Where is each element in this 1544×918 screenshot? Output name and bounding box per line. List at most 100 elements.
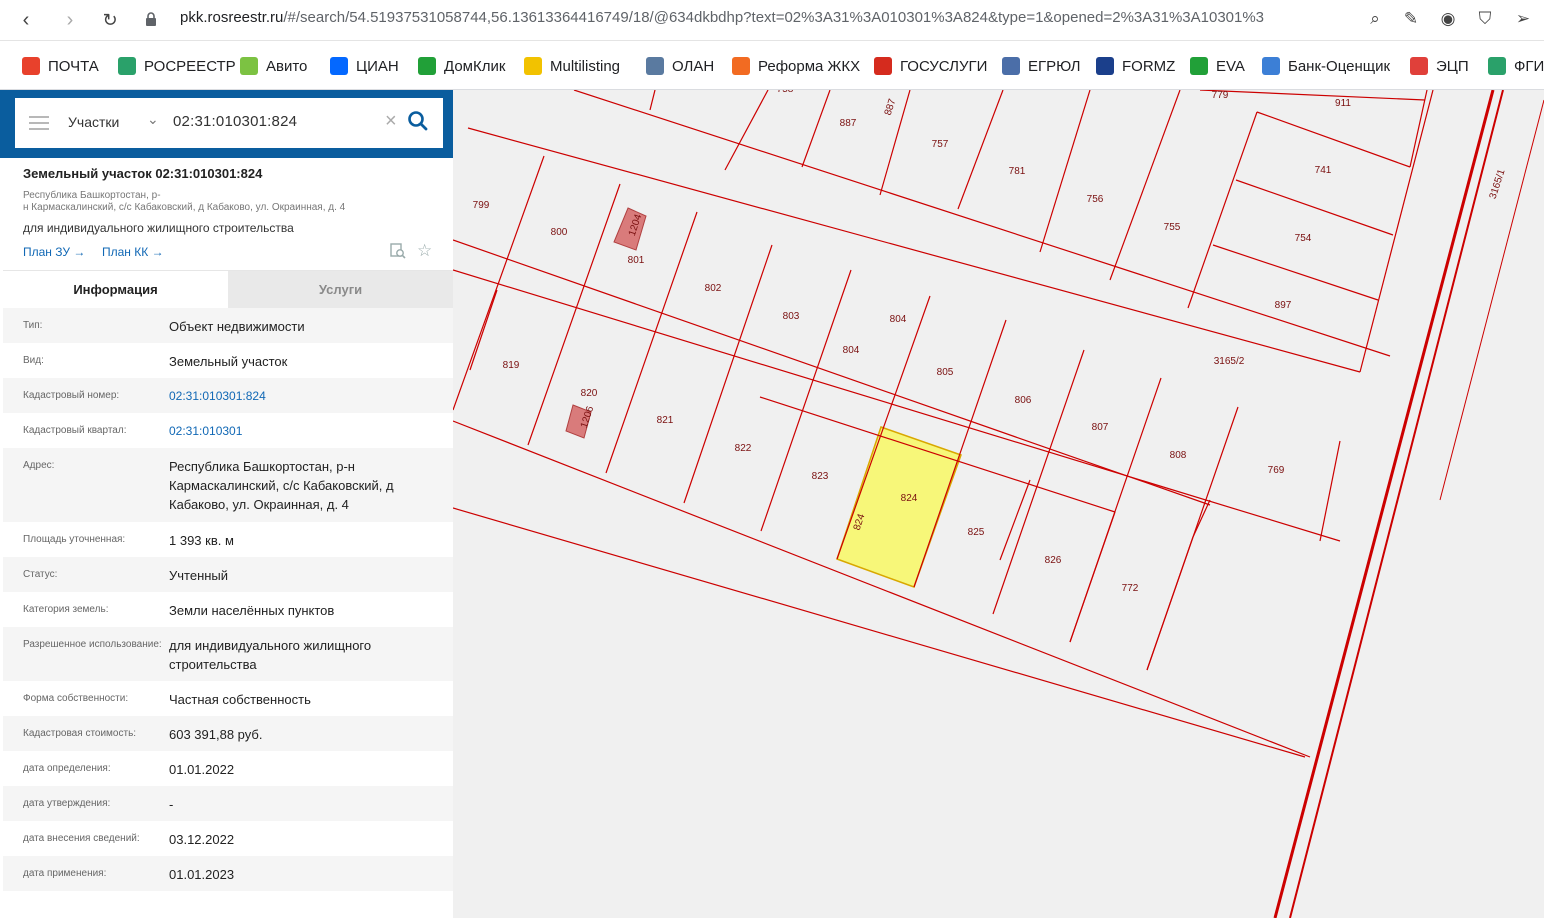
bookmark-avito[interactable]: Авито — [240, 56, 307, 76]
parcel-label: 799 — [473, 200, 490, 211]
object-address-line2: н Кармаскалинский, с/с Кабаковский, д Ка… — [23, 202, 346, 213]
info-row-value: 01.01.2022 — [169, 762, 235, 777]
bookmark-fgi[interactable]: ФГИ — [1488, 56, 1544, 76]
multilisting-icon — [524, 57, 542, 75]
forward-icon[interactable]: › — [58, 8, 82, 32]
parcel-boundary — [1039, 90, 1091, 253]
parcel-boundary — [683, 244, 773, 504]
chevron-down-icon[interactable]: ⌄ — [147, 111, 159, 128]
info-row-value: Республика Башкортостан, р-н Кармаскалин… — [169, 459, 394, 512]
cian-icon — [330, 57, 348, 75]
search-page-icon[interactable]: ⌕ — [1364, 8, 1386, 30]
bookmark-formz[interactable]: FORMZ — [1096, 56, 1175, 76]
address-bar[interactable]: pkk.rosreestr.ru/#/search/54.51937531058… — [180, 9, 1370, 26]
info-row: Статус: Учтенный — [3, 557, 453, 592]
reload-icon[interactable]: ↻ — [98, 8, 122, 32]
parcel-boundary — [957, 90, 1004, 210]
menu-icon[interactable] — [29, 112, 49, 132]
info-panel: Участки ⌄ 02:31:010301:824 × ‹ Земельный… — [0, 90, 469, 918]
info-row: дата применения: 01.01.2023 — [3, 856, 453, 891]
info-row-value: для индивидуального жилищного строительс… — [169, 638, 372, 672]
parcel-boundary — [1192, 499, 1211, 538]
parcel-label: 804 — [890, 314, 907, 325]
parcel-boundary — [1439, 99, 1544, 501]
info-row-label: Площадь уточненная: — [23, 534, 126, 545]
copy-search-icon[interactable] — [390, 243, 406, 259]
info-row-value: 01.01.2023 — [169, 867, 235, 882]
tab-info[interactable]: Информация — [3, 271, 228, 309]
shield-icon[interactable]: ⛉ — [1474, 8, 1496, 30]
parcel-boundary — [1146, 536, 1194, 671]
info-row-value: 03.12.2022 — [169, 832, 235, 847]
info-row: Тип: Объект недвижимости — [3, 308, 453, 343]
parcel-label: 803 — [783, 311, 800, 322]
info-row-link[interactable]: 02:31:010301 — [169, 422, 449, 441]
fgi-icon — [1488, 57, 1506, 75]
plan-kk-link[interactable]: План КК → — [102, 245, 164, 259]
cadastral-map[interactable]: 7588878877799117577817567417998008011204… — [453, 90, 1544, 918]
plan-zu-link[interactable]: План ЗУ → — [23, 245, 85, 259]
info-row: Кадастровый номер: 02:31:010301:824 — [3, 378, 453, 413]
domclick-icon — [418, 57, 436, 75]
bookmark-cian[interactable]: ЦИАН — [330, 56, 399, 76]
parcel-label: 800 — [551, 227, 568, 238]
bookmark-multilisting[interactable]: Multilisting — [524, 56, 620, 76]
parcel-boundary — [605, 211, 698, 474]
parcel-label: 772 — [1122, 583, 1139, 594]
bookmark-label: ОЛАН — [672, 57, 715, 75]
bookmark-label: ЦИАН — [356, 57, 399, 75]
parcel-boundary — [1319, 440, 1341, 542]
bookmark-domclick[interactable]: ДомКлик — [418, 56, 505, 76]
back-icon[interactable]: ‹ — [14, 8, 38, 32]
share-icon[interactable]: ➢ — [1512, 8, 1534, 30]
parcel-label: 823 — [812, 471, 829, 482]
parcel-boundary — [1409, 90, 1428, 168]
tab-services[interactable]: Услуги — [228, 271, 453, 309]
object-address: Республика Башкортостан, р- н Кармаскали… — [23, 190, 403, 214]
clear-icon[interactable]: × — [385, 110, 397, 133]
parcel-label: 887 — [883, 97, 899, 117]
info-row-label: дата определения: — [23, 763, 111, 774]
bookmark-eva[interactable]: EVA — [1190, 56, 1245, 76]
parcel-label: 754 — [1295, 233, 1312, 244]
info-row: Адрес: Республика Башкортостан, р-н Карма… — [3, 448, 453, 522]
parcel-boundary — [1289, 90, 1504, 918]
bookmark-mail[interactable]: ПОЧТА — [22, 56, 99, 76]
key-icon — [1410, 57, 1428, 75]
info-row: дата внесения сведений: 03.12.2022 — [3, 821, 453, 856]
bookmark-key[interactable]: ЭЦП — [1410, 56, 1469, 76]
bookmark-bank[interactable]: Банк-Оценщик — [1262, 56, 1390, 76]
edit-icon[interactable]: ✎ — [1400, 8, 1422, 30]
bookmark-egrul[interactable]: ЕГРЮЛ — [1002, 56, 1080, 76]
search-type-select[interactable]: Участки — [68, 114, 119, 130]
screenshot-icon[interactable]: ◉ — [1437, 8, 1459, 30]
info-row: Кадастровый квартал: 02:31:010301 — [3, 413, 453, 448]
bookmark-reforma[interactable]: Реформа ЖКХ — [732, 56, 860, 76]
info-row-link[interactable]: 02:31:010301:824 — [169, 387, 449, 406]
bookmark-label: ДомКлик — [444, 57, 506, 75]
browser-toolbar: ‹ › ↻ pkk.rosreestr.ru/#/search/54.51937… — [0, 0, 1544, 41]
parcel-boundary — [1069, 511, 1116, 643]
info-row-label: Кадастровый номер: — [23, 390, 120, 401]
parcel-boundary — [1359, 90, 1434, 373]
lock-icon[interactable] — [144, 8, 158, 32]
bookmark-rosreestr[interactable]: РОСРЕЕСТР — [118, 56, 236, 76]
search-icon[interactable] — [407, 110, 431, 134]
bookmark-olan[interactable]: ОЛАН — [646, 56, 714, 76]
olan-icon — [646, 57, 664, 75]
parcel-label: 825 — [968, 527, 985, 538]
parcel-boundary — [724, 90, 769, 171]
star-icon[interactable]: ☆ — [417, 242, 432, 259]
map-canvas[interactable]: 7588878877799117577817567417998008011204… — [453, 90, 1544, 918]
search-input[interactable]: 02:31:010301:824 — [173, 113, 297, 130]
egrul-icon — [1002, 57, 1020, 75]
info-row-value: Земли населённых пунктов — [169, 603, 335, 618]
bookmark-gosuslugi[interactable]: ГОСУСЛУГИ — [874, 56, 987, 76]
parcel-label: 822 — [735, 443, 752, 454]
info-row-label: Категория земель: — [23, 604, 109, 615]
parcel-label: 3165/2 — [1214, 356, 1245, 367]
bookmark-label: ЕГРЮЛ — [1028, 57, 1081, 75]
info-row-label: Статус: — [23, 569, 58, 580]
info-row-value: 603 391,88 руб. — [169, 727, 263, 742]
parcel-boundary — [1235, 179, 1394, 236]
